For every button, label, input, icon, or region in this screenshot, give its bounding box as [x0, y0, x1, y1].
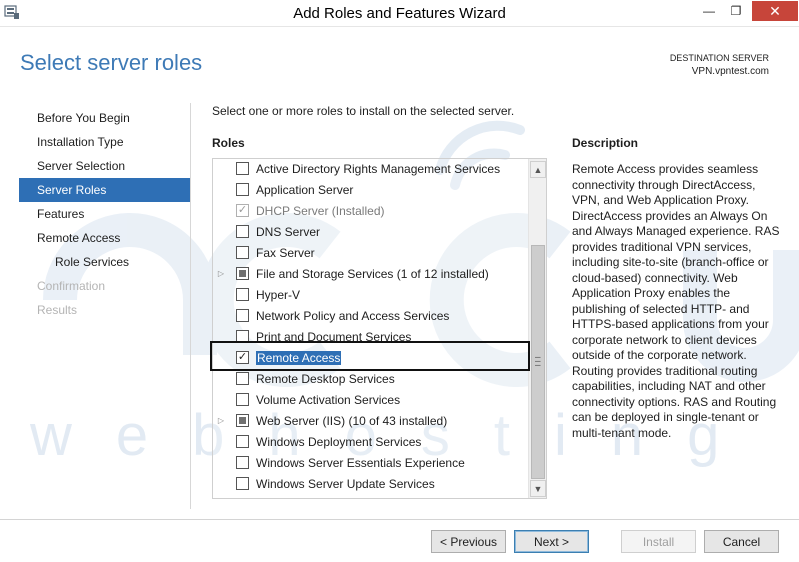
role-label: DHCP Server (Installed)	[256, 203, 385, 218]
role-item-volume-activation[interactable]: Volume Activation Services	[213, 389, 531, 410]
nav-item-results: Results	[37, 303, 78, 317]
role-checkbox[interactable]	[236, 477, 249, 490]
role-description: Remote Access provides seamless connecti…	[572, 162, 780, 440]
role-item-essentials-experience[interactable]: Windows Server Essentials Experience	[213, 452, 531, 473]
role-item-dhcp-server: ✓ DHCP Server (Installed)	[213, 200, 531, 221]
role-label: File and Storage Services (1 of 12 insta…	[256, 266, 489, 281]
role-checkbox[interactable]	[236, 246, 249, 259]
nav-item-features[interactable]: Features	[19, 202, 190, 226]
restore-icon: ❐	[730, 4, 742, 18]
role-checkbox[interactable]	[236, 435, 249, 448]
remote-access-highlight	[210, 341, 530, 371]
nav-item-before-you-begin[interactable]: Before You Begin	[19, 106, 190, 130]
role-label: Windows Server Essentials Experience	[256, 455, 465, 470]
role-item-hyper-v[interactable]: Hyper-V	[213, 284, 531, 305]
instruction-text: Select one or more roles to install on t…	[212, 104, 515, 118]
role-checkbox[interactable]	[236, 456, 249, 469]
nav-item-installation-type[interactable]: Installation Type	[19, 130, 190, 154]
nav-divider	[190, 103, 191, 509]
role-checkbox[interactable]	[236, 288, 249, 301]
nav-item-server-roles[interactable]: Server Roles	[19, 178, 190, 202]
page-title: Select server roles	[20, 50, 203, 75]
close-icon: ✕	[769, 2, 781, 19]
grip-icon: – – –	[535, 352, 541, 371]
role-label: DNS Server	[256, 224, 321, 239]
role-label: Network Policy and Access Services	[256, 308, 450, 323]
role-checkbox: ✓	[236, 204, 249, 217]
restore-button[interactable]: ❐	[724, 1, 748, 21]
role-item-file-storage[interactable]: ▷ File and Storage Services (1 of 12 ins…	[213, 263, 531, 284]
role-label: Fax Server	[256, 245, 315, 260]
window-title: Add Roles and Features Wizard	[293, 5, 506, 22]
roles-list[interactable]: Active Directory Rights Management Servi…	[212, 158, 547, 499]
role-label: Volume Activation Services	[256, 392, 401, 407]
role-label: Application Server	[256, 182, 354, 197]
cancel-button[interactable]: Cancel	[704, 530, 779, 553]
role-label: Remote Desktop Services	[256, 371, 395, 386]
install-button: Install	[621, 530, 696, 553]
role-item-ad-rms[interactable]: Active Directory Rights Management Servi…	[213, 159, 531, 179]
role-item-application-server[interactable]: Application Server	[213, 179, 531, 200]
role-item-web-server-iis[interactable]: ▷ Web Server (IIS) (10 of 43 installed)	[213, 410, 531, 431]
role-checkbox[interactable]	[236, 225, 249, 238]
role-item-remote-desktop[interactable]: Remote Desktop Services	[213, 368, 531, 389]
minimize-icon: —	[703, 4, 715, 18]
nav-item-confirmation: Confirmation	[37, 279, 106, 293]
description-heading: Description	[572, 136, 639, 150]
next-button[interactable]: Next >	[514, 530, 589, 553]
role-label: Web Server (IIS) (10 of 43 installed)	[256, 413, 448, 428]
role-checkbox[interactable]	[236, 372, 249, 385]
role-item-network-policy[interactable]: Network Policy and Access Services	[213, 305, 531, 326]
role-item-dns-server[interactable]: DNS Server	[213, 221, 531, 242]
scrollbar-thumb[interactable]: – – –	[531, 245, 545, 479]
previous-button[interactable]: < Previous	[431, 530, 506, 553]
nav-item-role-services[interactable]: Role Services	[19, 250, 190, 274]
nav-item-server-selection[interactable]: Server Selection	[19, 154, 190, 178]
role-checkbox[interactable]	[236, 414, 249, 427]
role-checkbox[interactable]	[236, 183, 249, 196]
role-item-fax-server[interactable]: Fax Server	[213, 242, 531, 263]
roles-scrollbar[interactable]: ▲ – – – ▼	[528, 159, 546, 498]
role-label: Windows Server Update Services	[256, 476, 435, 491]
nav-item-remote-access[interactable]: Remote Access	[19, 226, 190, 250]
role-item-update-services[interactable]: Windows Server Update Services	[213, 473, 531, 494]
destination-server-name: VPN.vpntest.com	[691, 66, 769, 77]
scroll-up-icon[interactable]: ▲	[530, 161, 546, 178]
role-checkbox[interactable]	[236, 309, 249, 322]
role-checkbox[interactable]	[236, 393, 249, 406]
role-checkbox[interactable]	[236, 162, 249, 175]
role-item-windows-deployment[interactable]: Windows Deployment Services	[213, 431, 531, 452]
role-label: Windows Deployment Services	[256, 434, 422, 449]
expand-arrow-icon[interactable]: ▷	[217, 269, 225, 278]
role-checkbox[interactable]	[236, 267, 249, 280]
expand-arrow-icon[interactable]: ▷	[217, 416, 225, 425]
destination-label: DESTINATION SERVER	[669, 53, 769, 63]
scroll-down-icon[interactable]: ▼	[530, 480, 546, 497]
minimize-button[interactable]: —	[697, 1, 721, 21]
wizard-nav: Before You Begin Installation Type Serve…	[19, 106, 190, 322]
roles-heading: Roles	[212, 136, 245, 150]
title-bar: Add Roles and Features Wizard — ❐ ✕	[0, 0, 799, 27]
role-label: Active Directory Rights Management Servi…	[256, 161, 501, 176]
role-label: Hyper-V	[256, 287, 301, 302]
close-button[interactable]: ✕	[752, 1, 798, 21]
destination-server-info: DESTINATION SERVER VPN.vpntest.com	[670, 52, 769, 78]
